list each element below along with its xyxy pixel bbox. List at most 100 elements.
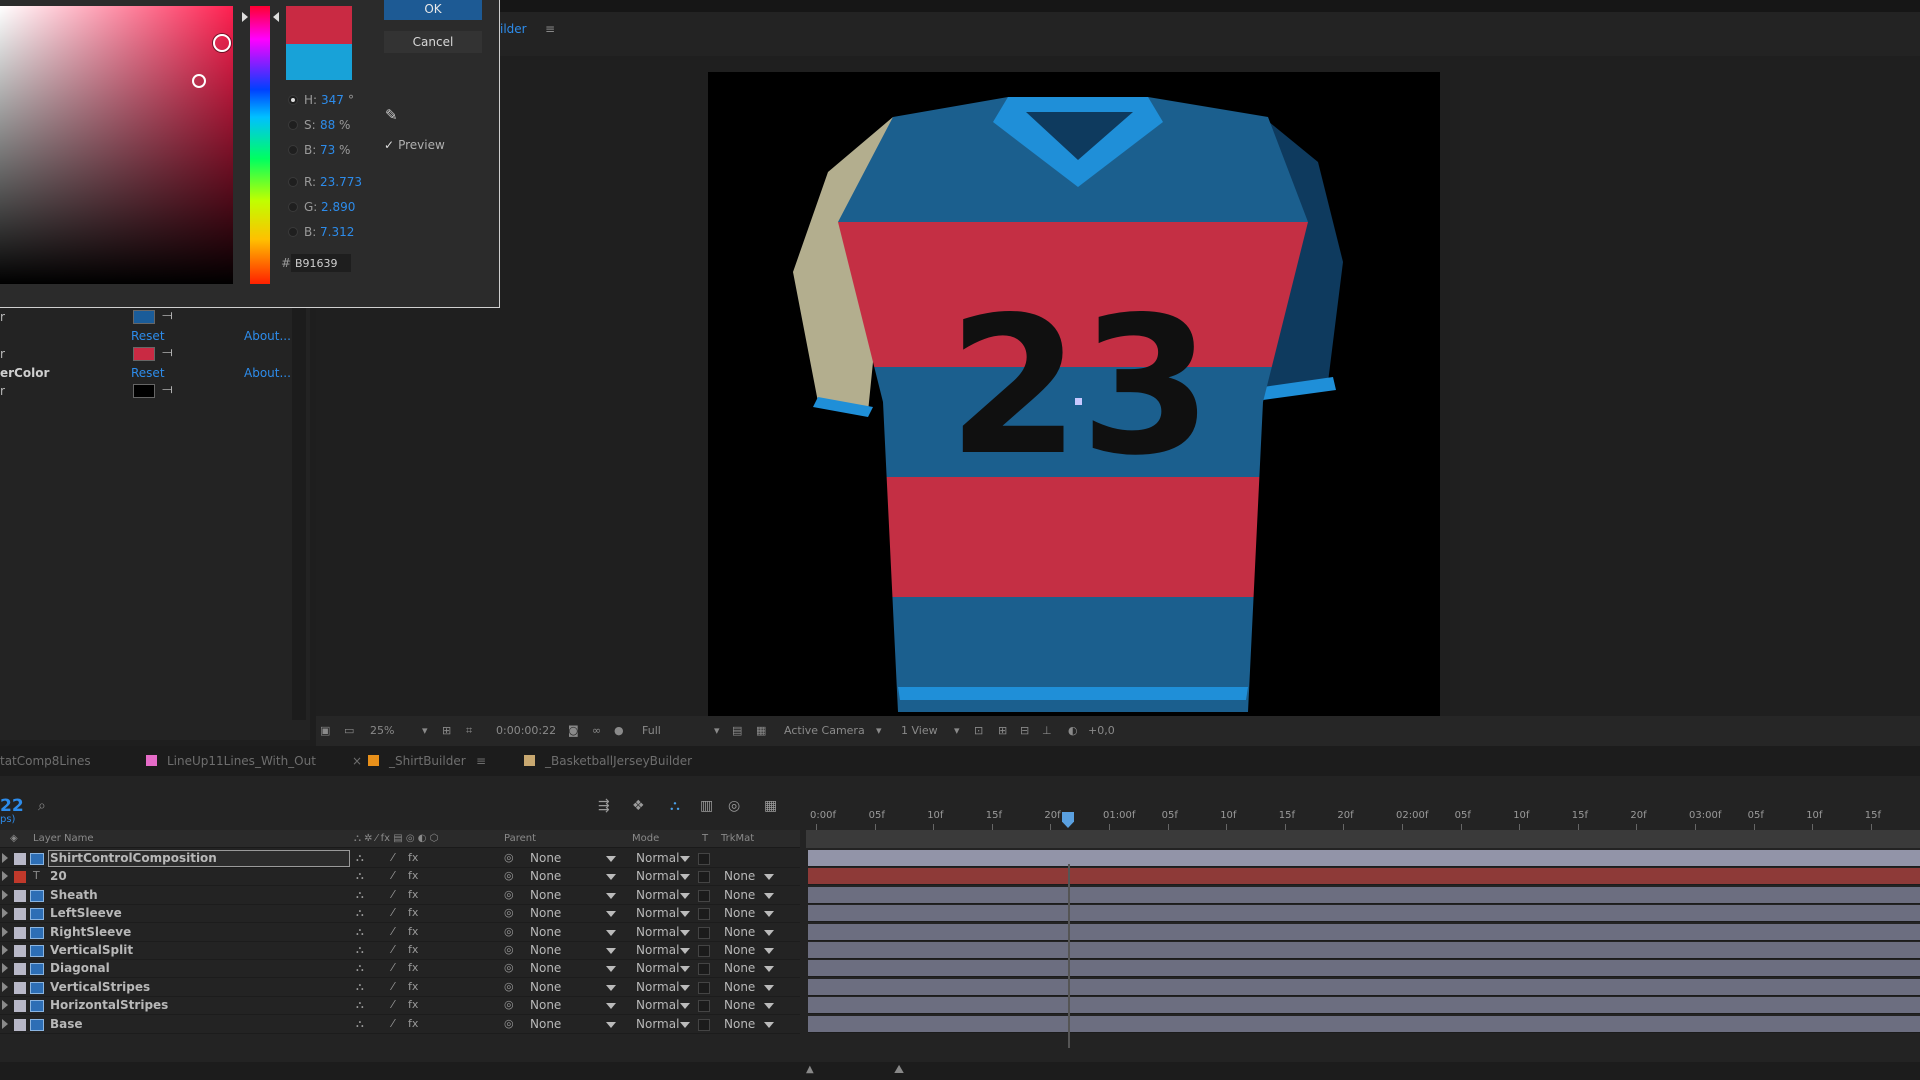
chevron-down-icon[interactable] [680, 856, 690, 862]
parent-select[interactable]: None [530, 925, 561, 939]
shy-switch-icon[interactable]: ⛬ [356, 998, 364, 1012]
snapshot-icon[interactable]: ▣ [320, 724, 330, 737]
fit-icon[interactable]: ⊞ [442, 724, 451, 737]
preserve-transparency-checkbox[interactable] [698, 1018, 710, 1031]
chevron-down-icon[interactable] [680, 1003, 690, 1010]
original-color-swatch[interactable] [286, 44, 352, 80]
component-value[interactable]: 347 [321, 93, 344, 107]
shy-switch-icon[interactable]: ⛬ [356, 906, 364, 920]
zoom-out-icon[interactable]: ▲ [806, 1064, 814, 1075]
preserve-transparency-checkbox[interactable] [698, 945, 710, 957]
column-trkmat[interactable]: TrkMat [721, 833, 754, 844]
track-matte-select[interactable]: None [724, 906, 755, 920]
shy-switch-icon[interactable]: ⛬ [356, 851, 364, 865]
layer-row[interactable]: RightSleeve ⛬ ⁄ fx ◎ None Normal None [0, 924, 800, 942]
color-swatch-black[interactable] [133, 384, 155, 398]
layer-name[interactable]: LeftSleeve [50, 906, 122, 920]
pick-whip-icon[interactable]: ◎ [504, 869, 514, 882]
layer-duration-bar[interactable] [808, 997, 1920, 1015]
quality-switch-icon[interactable]: ⁄ [392, 998, 394, 1011]
layer-name[interactable]: Base [50, 1017, 83, 1031]
blend-mode-select[interactable]: Normal [636, 888, 679, 902]
quality-switch-icon[interactable]: ⁄ [392, 851, 394, 864]
color-component-row[interactable]: S: 88% [286, 117, 366, 135]
search-icon[interactable]: ⌕ [38, 798, 46, 814]
tab-lineup[interactable]: LineUp11Lines_With_Out [146, 754, 316, 768]
color-component-row[interactable]: H: 347 ° [286, 92, 366, 110]
pick-whip-icon[interactable]: ◎ [504, 961, 514, 974]
fx-switch-icon[interactable]: fx [408, 1017, 418, 1030]
work-area-bar[interactable] [806, 830, 1920, 848]
fx-switch-icon[interactable]: fx [408, 961, 418, 974]
fx-switch-icon[interactable]: fx [408, 980, 418, 993]
label-color-chip[interactable] [14, 963, 26, 976]
shy-switch-icon[interactable]: ⛬ [356, 961, 364, 975]
shy-switch-icon[interactable]: ⛬ [356, 925, 364, 939]
chevron-down-icon[interactable] [680, 929, 690, 936]
component-value[interactable]: 88 [320, 118, 335, 132]
track-matte-select[interactable]: None [724, 869, 755, 883]
chevron-down-icon[interactable] [606, 1003, 616, 1010]
expand-arrow-icon[interactable] [2, 926, 8, 937]
quality-switch-icon[interactable]: ⁄ [392, 1017, 394, 1030]
parent-select[interactable]: None [530, 961, 561, 975]
pick-whip-icon[interactable]: ◎ [504, 1017, 514, 1030]
expand-arrow-icon[interactable] [2, 1018, 8, 1029]
close-icon[interactable]: × [352, 754, 362, 768]
color-component-row[interactable]: B: 7.312 [286, 224, 366, 242]
layer-row[interactable]: Base ⛬ ⁄ fx ◎ None Normal None [0, 1016, 800, 1034]
pick-whip-icon[interactable]: ◎ [504, 851, 514, 864]
frame-blending-icon[interactable]: ▥ [700, 798, 713, 814]
shy-switch-icon[interactable]: ⛬ [356, 980, 364, 994]
chevron-down-icon[interactable] [606, 874, 616, 881]
chevron-down-icon[interactable] [680, 984, 690, 991]
chevron-down-icon[interactable] [606, 966, 616, 973]
preserve-transparency-checkbox[interactable] [698, 981, 710, 994]
track-matte-select[interactable]: None [724, 998, 755, 1012]
layer-name[interactable]: HorizontalStripes [50, 998, 168, 1012]
chevron-down-icon[interactable] [606, 929, 616, 936]
display-icon[interactable]: ▭ [344, 724, 354, 737]
layer-row[interactable]: LeftSleeve ⛬ ⁄ fx ◎ None Normal None [0, 905, 800, 924]
radio-button[interactable] [288, 145, 298, 155]
component-value[interactable]: 2.890 [321, 200, 355, 214]
quality-switch-icon[interactable]: ⁄ [392, 961, 394, 974]
quality-switch-icon[interactable]: ⁄ [392, 943, 394, 956]
chevron-down-icon[interactable] [680, 911, 690, 918]
zoom-slider[interactable] [828, 1064, 898, 1074]
radio-button[interactable] [288, 95, 298, 105]
chevron-down-icon[interactable] [764, 929, 774, 936]
transparency-grid-icon[interactable]: ▦ [756, 724, 766, 737]
quality-switch-icon[interactable]: ⁄ [392, 906, 394, 919]
reset-link[interactable]: Reset [131, 329, 165, 343]
ok-button[interactable]: OK [384, 0, 482, 20]
camera-select[interactable]: Active Camera [784, 724, 865, 737]
chevron-down-icon[interactable] [680, 948, 690, 954]
label-color-chip[interactable] [14, 1018, 26, 1031]
label-color-chip[interactable] [14, 926, 26, 939]
expand-arrow-icon[interactable] [2, 853, 8, 863]
blend-mode-select[interactable]: Normal [636, 998, 679, 1012]
quality-switch-icon[interactable]: ⁄ [392, 925, 394, 938]
chevron-down-icon[interactable] [606, 911, 616, 918]
chevron-down-icon[interactable] [606, 856, 616, 862]
layer-duration-bar[interactable] [808, 960, 1920, 978]
region-icon[interactable]: ⌗ [466, 724, 472, 738]
preserve-transparency-checkbox[interactable] [698, 1000, 710, 1013]
track-matte-select[interactable]: None [724, 925, 755, 939]
exposure-value[interactable]: +0,0 [1088, 724, 1115, 737]
expand-arrow-icon[interactable] [2, 963, 8, 974]
about-link[interactable]: About... [244, 329, 291, 343]
column-t[interactable]: T [702, 833, 708, 844]
blend-mode-select[interactable]: Normal [636, 943, 679, 957]
pick-whip-icon[interactable]: ◎ [504, 998, 514, 1011]
pick-whip-icon[interactable]: ◎ [504, 906, 514, 919]
roi-icon[interactable]: ▤ [732, 724, 742, 737]
camera-icon[interactable]: ◙ [568, 724, 579, 737]
shy-switch-icon[interactable]: ⛬ [356, 1017, 364, 1031]
chevron-down-icon[interactable] [764, 1003, 774, 1010]
chevron-down-icon[interactable] [680, 892, 690, 899]
pick-whip-icon[interactable]: ◎ [504, 980, 514, 993]
blend-mode-select[interactable]: Normal [636, 980, 679, 994]
track-matte-select[interactable]: None [724, 1017, 755, 1031]
